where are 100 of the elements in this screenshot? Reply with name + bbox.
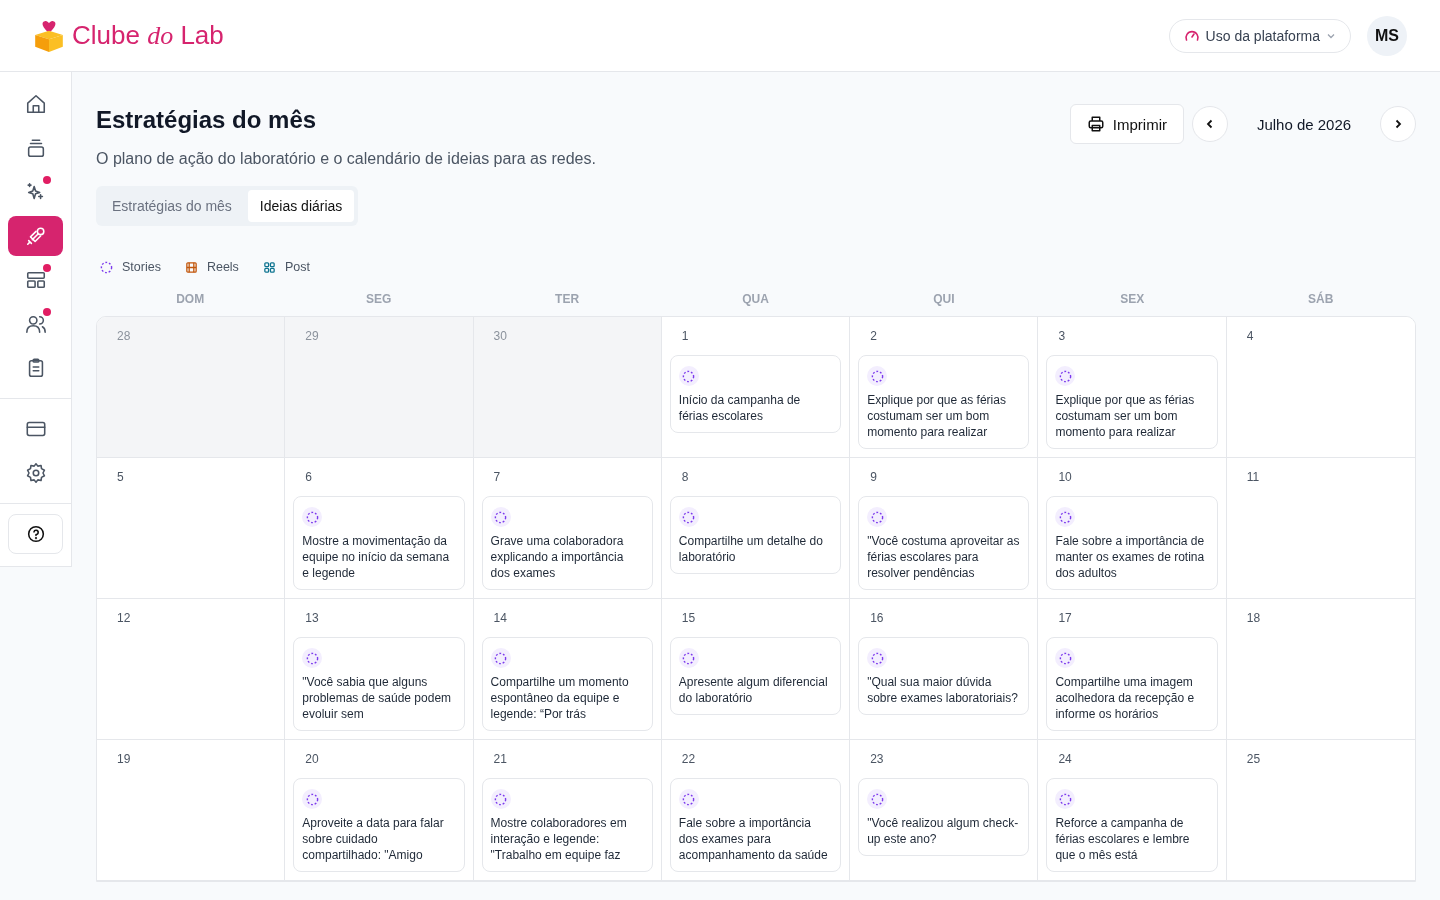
user-avatar[interactable]: MS [1367,15,1407,56]
dashed-circle-icon [870,369,884,383]
weekday-label: DOM [175,292,206,306]
idea-text: Explique por que as férias costumam ser um bom momento para realizar [1055,392,1196,440]
idea-card[interactable]: Fale sobre a importância dos exames para acompanhamento da saúde [669,778,842,872]
tab[interactable]: Estratégias do mês [100,190,244,222]
idea-card[interactable]: Compartilhe um detalhe do laboratório [669,496,842,574]
day-number: 15 [680,611,697,625]
dashed-circle-icon [870,510,884,524]
brand-name: Clube do Lab [72,20,224,51]
idea-text: Compartilhe uma imagem acolhedora da recepção e informe os horários [1055,674,1196,722]
day-number: 14 [492,611,508,625]
idea-card[interactable]: "Você sabia que alguns problemas de saúde podem evoluir sem [293,637,465,731]
day-number: 3 [1057,329,1067,343]
idea-text: Compartilhe um detalhe do laboratório [678,533,824,565]
idea-card[interactable]: "Você costuma aproveitar as férias escolares para resolver pendências [858,496,1030,590]
idea-card[interactable]: Apresente algum diferencial do laboratório [669,637,842,715]
idea-card[interactable]: Mostre a movimentação da equipe no início da semana e legende [293,496,465,590]
dashed-circle-icon [682,651,696,665]
dashed-circle-icon [682,369,696,383]
idea-card[interactable]: Início da campanha de férias escolares [669,355,842,433]
tab[interactable]: Ideias diárias [247,190,355,222]
day-number: 24 [1057,752,1073,766]
day-number: 2 [869,329,878,343]
day-number: 1 [680,329,690,343]
day-number: 8 [680,470,690,484]
idea-text: Grave uma colaboradora explicando a importância dos exames [490,533,625,581]
dashed-circle-icon [494,510,508,524]
grid-icon [262,260,276,274]
idea-text: Mostre colaboradores em interação e legende: "Trabalho em equipe faz [490,815,628,863]
day-number: 16 [869,611,885,625]
day-number: 18 [1245,611,1262,625]
users-icon [24,313,47,335]
idea-card[interactable]: Fale sobre a importância de manter os exames de rotina dos adultos [1046,496,1218,590]
dashed-circle-icon [1058,510,1072,524]
month-label: Julho de 2026 [1255,115,1353,133]
idea-text: Compartilhe um momento espontâneo da equipe e legende: “Por trás [490,674,630,722]
day-number: 10 [1057,470,1073,484]
home-icon [24,93,47,115]
dashed-circle-icon [305,651,319,665]
idea-text: Reforce a campanha de férias escolares e lembre que o mês está [1055,815,1191,863]
film-icon [184,260,198,274]
idea-card[interactable]: Compartilhe um momento espontâneo da equipe e legende: “Por trás [481,637,653,731]
day-number: 29 [304,329,320,343]
dashed-circle-icon [305,510,319,524]
idea-text: Fale sobre a importância de manter os exames de rotina dos adultos [1055,533,1206,581]
idea-text: Início da campanha de férias escolares [678,392,802,424]
idea-text: "Você realizou algum check-up este ano? [867,815,1020,847]
day-number: 22 [680,752,697,766]
logo-icon [32,18,66,53]
legend-label: Reels [206,260,239,274]
dashed-circle-icon [305,792,319,806]
day-number: 6 [304,470,313,484]
idea-card[interactable]: "Qual sua maior dúvida sobre exames laboratoriais? [858,637,1030,715]
idea-text: Mostre a movimentação da equipe no início da semana e legende [302,533,451,581]
day-number: 13 [304,611,320,625]
day-number: 4 [1245,329,1255,343]
print-button[interactable]: Imprimir [1069,104,1184,144]
weekday-label: QUI [932,292,956,306]
weekday-label: TER [554,292,581,306]
platform-usage-button[interactable]: Uso da plataforma [1168,18,1351,53]
day-number: 25 [1245,752,1262,766]
day-number: 30 [492,329,508,343]
idea-card[interactable]: Aproveite a data para falar sobre cuidado compartilhado: "Amigo [293,778,465,872]
idea-text: "Você costuma aproveitar as férias escolares para resolver pendências [867,533,1021,581]
dashed-circle-icon [682,510,696,524]
idea-card[interactable]: "Você realizou algum check-up este ano? [858,778,1030,856]
idea-card[interactable]: Grave uma colaboradora explicando a importância dos exames [481,496,653,590]
idea-text: Apresente algum diferencial do laboratório [678,674,829,706]
day-number: 12 [116,611,132,625]
idea-card[interactable]: Explique por que as férias costumam ser um bom momento para realizar [1046,355,1218,449]
day-number: 20 [304,752,320,766]
gear-icon [24,462,47,484]
idea-card[interactable]: Compartilhe uma imagem acolhedora da recepção e informe os horários [1046,637,1218,731]
day-number: 11 [1245,470,1261,484]
weekday-label: SEG [364,292,393,306]
idea-card[interactable]: Reforce a campanha de férias escolares e lembre que o mês está [1046,778,1218,872]
dashed-circle-icon [100,260,113,274]
weekday-label: SÁB [1307,292,1335,306]
dashed-circle-icon [870,792,884,806]
sidebar-item[interactable] [8,514,63,554]
dashed-circle-icon [1058,651,1072,665]
dashed-circle-icon [1058,369,1072,383]
day-number: 23 [869,752,885,766]
day-number: 5 [116,470,125,484]
legend-label: Stories [122,260,161,274]
dashed-circle-icon [1058,792,1072,806]
dashed-circle-icon [494,792,508,806]
day-number: 7 [492,470,502,484]
idea-text: Aproveite a data para falar sobre cuidado compartilhado: "Amigo [302,815,445,863]
legend-label: Post [284,260,310,274]
day-number: 28 [116,329,132,343]
weekday-label: SEX [1119,292,1146,306]
day-number: 21 [492,752,508,766]
idea-text: "Qual sua maior dúvida sobre exames laboratoriais? [867,674,1019,706]
page-title: Estratégias do mês [96,105,318,135]
idea-card[interactable]: Mostre colaboradores em interação e legende: "Trabalho em equipe faz [481,778,653,872]
idea-text: "Você sabia que alguns problemas de saúde podem evoluir sem [302,674,453,722]
day-number: 19 [116,752,132,766]
idea-card[interactable]: Explique por que as férias costumam ser um bom momento para realizar [858,355,1030,449]
